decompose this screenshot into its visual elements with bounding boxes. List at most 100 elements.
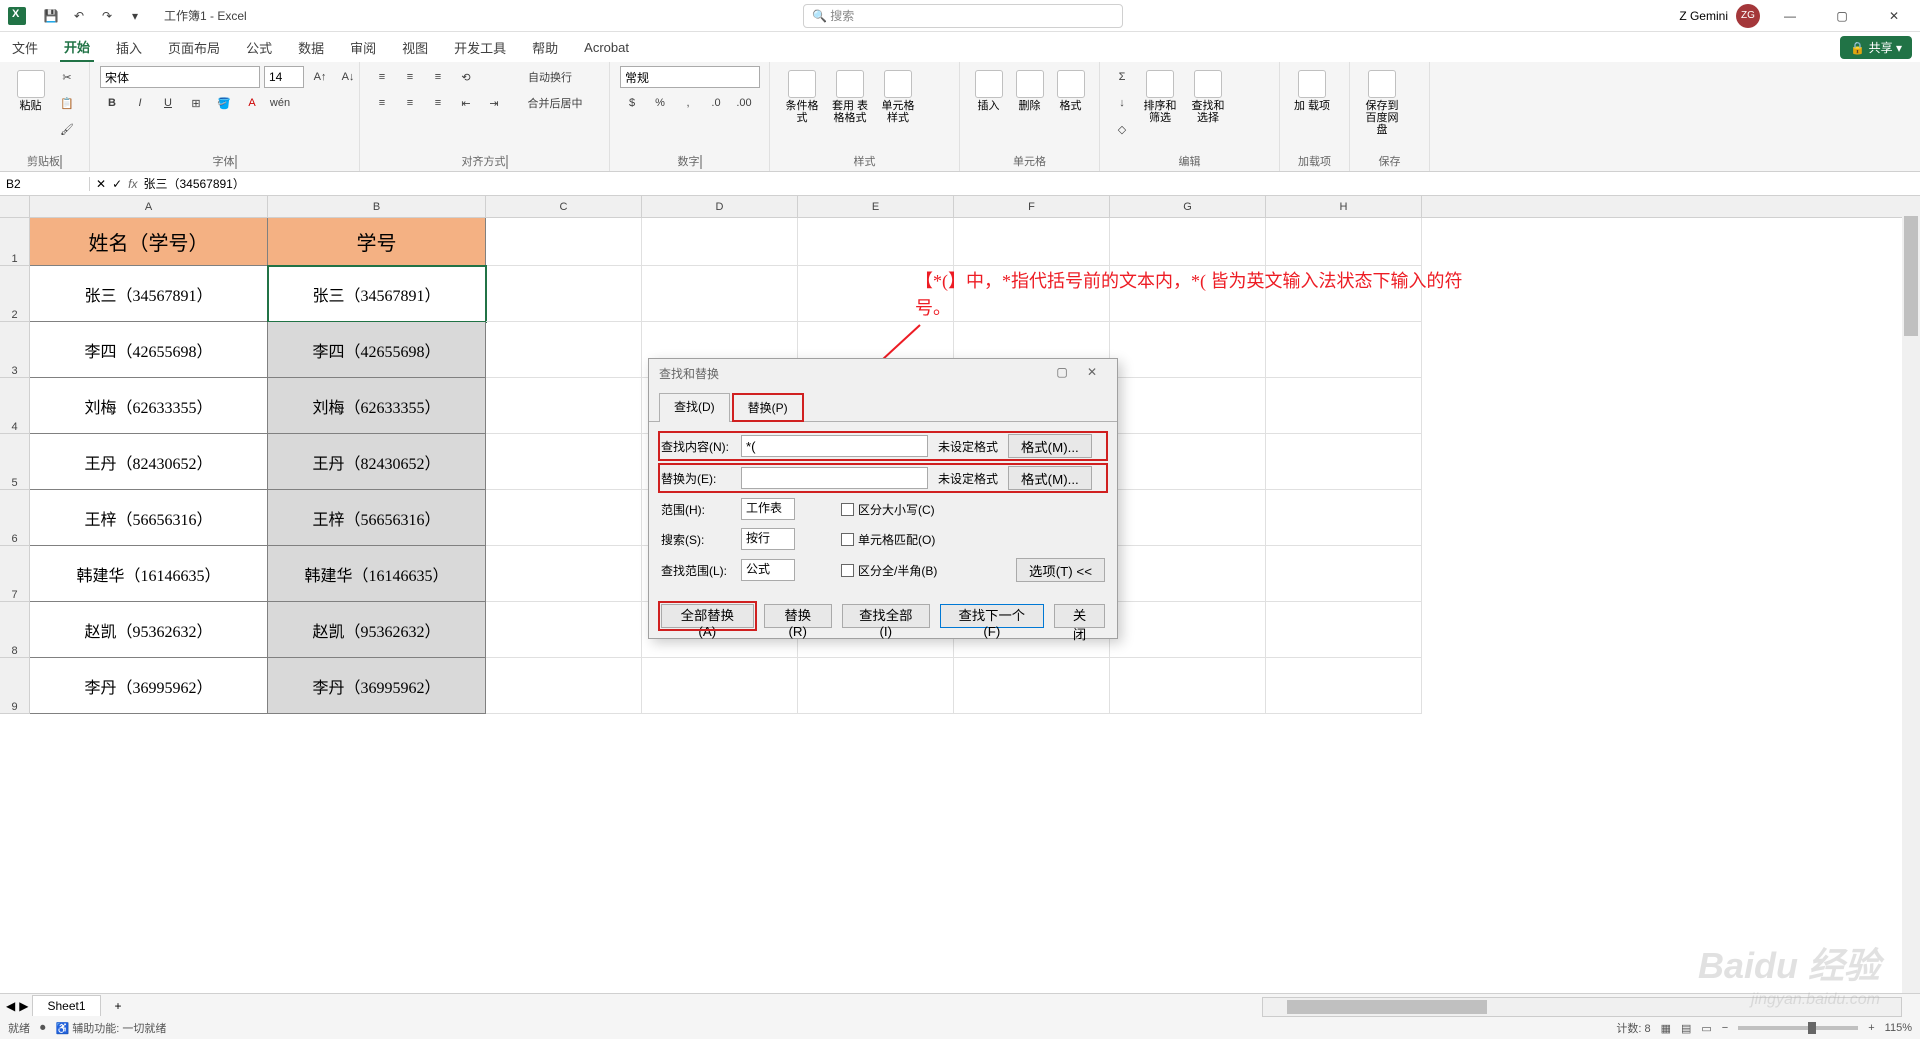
match-entire-checkbox[interactable]: 单元格匹配(O) [841,531,935,548]
qat-redo[interactable]: ↷ [94,4,120,28]
within-select[interactable]: 工作表 [741,498,795,520]
font-size-select[interactable]: 14 [264,66,304,88]
addins-button[interactable]: 加 载项 [1290,66,1334,116]
fill-color-button[interactable]: 🪣 [212,92,236,114]
row-header-5[interactable]: 5 [0,434,30,490]
cond-format-button[interactable]: 条件格式 [780,66,824,128]
dialog-close-button[interactable]: 关闭 [1054,604,1105,628]
tab-review[interactable]: 审阅 [346,34,380,61]
cell-H8[interactable] [1266,602,1422,658]
cell-H7[interactable] [1266,546,1422,602]
row-header-3[interactable]: 3 [0,322,30,378]
find-what-input[interactable] [741,435,928,457]
cell-C9[interactable] [486,658,642,714]
tab-layout[interactable]: 页面布局 [164,34,224,61]
cell-C6[interactable] [486,490,642,546]
dialog-close-icon[interactable]: ✕ [1077,365,1107,382]
align-launcher[interactable] [506,155,508,169]
cell-G4[interactable] [1110,378,1266,434]
insert-cells-button[interactable]: 插入 [970,66,1007,116]
share-button[interactable]: 🔒 共享 ▾ [1840,36,1912,59]
select-all-corner[interactable] [0,196,30,217]
cell-C5[interactable] [486,434,642,490]
col-header-G[interactable]: G [1110,196,1266,217]
row-header-7[interactable]: 7 [0,546,30,602]
cell-B4[interactable]: 刘梅（62633355） [268,378,486,434]
cell-H9[interactable] [1266,658,1422,714]
col-header-C[interactable]: C [486,196,642,217]
vertical-scrollbar[interactable] [1902,196,1920,993]
macro-recorder-icon[interactable]: ⏺ [40,1022,46,1035]
wrap-text-button[interactable]: 自动换行 [510,66,590,88]
cell-G9[interactable] [1110,658,1266,714]
cell-C1[interactable] [486,218,642,266]
view-normal-icon[interactable]: ▦ [1661,1022,1671,1035]
dec-decimal-button[interactable]: .00 [732,92,756,114]
tab-data[interactable]: 数据 [294,34,328,61]
formula-content[interactable]: 张三（34567891） [143,175,244,192]
number-launcher[interactable] [700,155,702,169]
cell-A4[interactable]: 刘梅（62633355） [30,378,268,434]
orientation-button[interactable]: ⟲ [454,66,478,88]
format-painter-button[interactable]: 🖌 [55,118,79,140]
zoom-slider[interactable] [1738,1026,1858,1030]
cell-G1[interactable] [1110,218,1266,266]
cell-H3[interactable] [1266,322,1422,378]
replace-format-button[interactable]: 格式(M)... [1008,466,1092,490]
cell-H6[interactable] [1266,490,1422,546]
decrease-font-button[interactable]: A↓ [336,66,360,88]
qat-save[interactable]: 💾 [38,4,64,28]
font-name-select[interactable]: 宋体 [100,66,260,88]
underline-button[interactable]: U [156,92,180,114]
find-select-button[interactable]: 查找和选择 [1186,66,1230,128]
increase-font-button[interactable]: A↑ [308,66,332,88]
sheet-tab-1[interactable]: Sheet1 [32,995,100,1016]
cell-A2[interactable]: 张三（34567891） [30,266,268,322]
cell-H5[interactable] [1266,434,1422,490]
cell-H4[interactable] [1266,378,1422,434]
cell-A8[interactable]: 赵凯（95362632） [30,602,268,658]
cell-C8[interactable] [486,602,642,658]
autosum-button[interactable]: Σ [1110,66,1134,88]
cell-A7[interactable]: 韩建华（16146635） [30,546,268,602]
row-header-2[interactable]: 2 [0,266,30,322]
table-format-button[interactable]: 套用 表格格式 [828,66,872,128]
align-middle[interactable]: ≡ [398,66,422,88]
sort-filter-button[interactable]: 排序和筛选 [1138,66,1182,128]
italic-button[interactable]: I [128,92,152,114]
cell-G3[interactable] [1110,322,1266,378]
row-header-4[interactable]: 4 [0,378,30,434]
tab-acrobat[interactable]: Acrobat [580,36,633,59]
find-next-button[interactable]: 查找下一个(F) [940,604,1044,628]
clear-button[interactable]: ◇ [1110,118,1134,140]
cell-B2[interactable]: 张三（34567891） [268,266,486,322]
qat-more[interactable]: ▾ [122,4,148,28]
cell-A3[interactable]: 李四（42655698） [30,322,268,378]
replace-all-button[interactable]: 全部替换(A) [661,604,754,628]
cell-B9[interactable]: 李丹（36995962） [268,658,486,714]
cell-A6[interactable]: 王梓（56656316） [30,490,268,546]
cell-G5[interactable] [1110,434,1266,490]
cell-H1[interactable] [1266,218,1422,266]
row-header-1[interactable]: 1 [0,218,30,266]
phonetic-button[interactable]: wén [268,92,292,114]
tab-insert[interactable]: 插入 [112,34,146,61]
row-header-6[interactable]: 6 [0,490,30,546]
col-header-B[interactable]: B [268,196,486,217]
col-header-F[interactable]: F [954,196,1110,217]
user-avatar[interactable]: ZG [1736,4,1760,28]
match-width-checkbox[interactable]: 区分全/半角(B) [841,562,937,579]
maximize-button[interactable]: ▢ [1820,0,1864,32]
cell-D2[interactable] [642,266,798,322]
tab-home[interactable]: 开始 [60,33,94,62]
cell-B1[interactable]: 学号 [268,218,486,266]
options-button[interactable]: 选项(T) << [1016,558,1105,582]
cell-F9[interactable] [954,658,1110,714]
match-case-checkbox[interactable]: 区分大小写(C) [841,501,935,518]
cell-A1[interactable]: 姓名（学号） [30,218,268,266]
close-button[interactable]: ✕ [1872,0,1916,32]
cell-B5[interactable]: 王丹（82430652） [268,434,486,490]
fill-button[interactable]: ↓ [1110,92,1134,114]
search-box[interactable]: 🔍 搜索 [803,4,1123,28]
col-header-H[interactable]: H [1266,196,1422,217]
